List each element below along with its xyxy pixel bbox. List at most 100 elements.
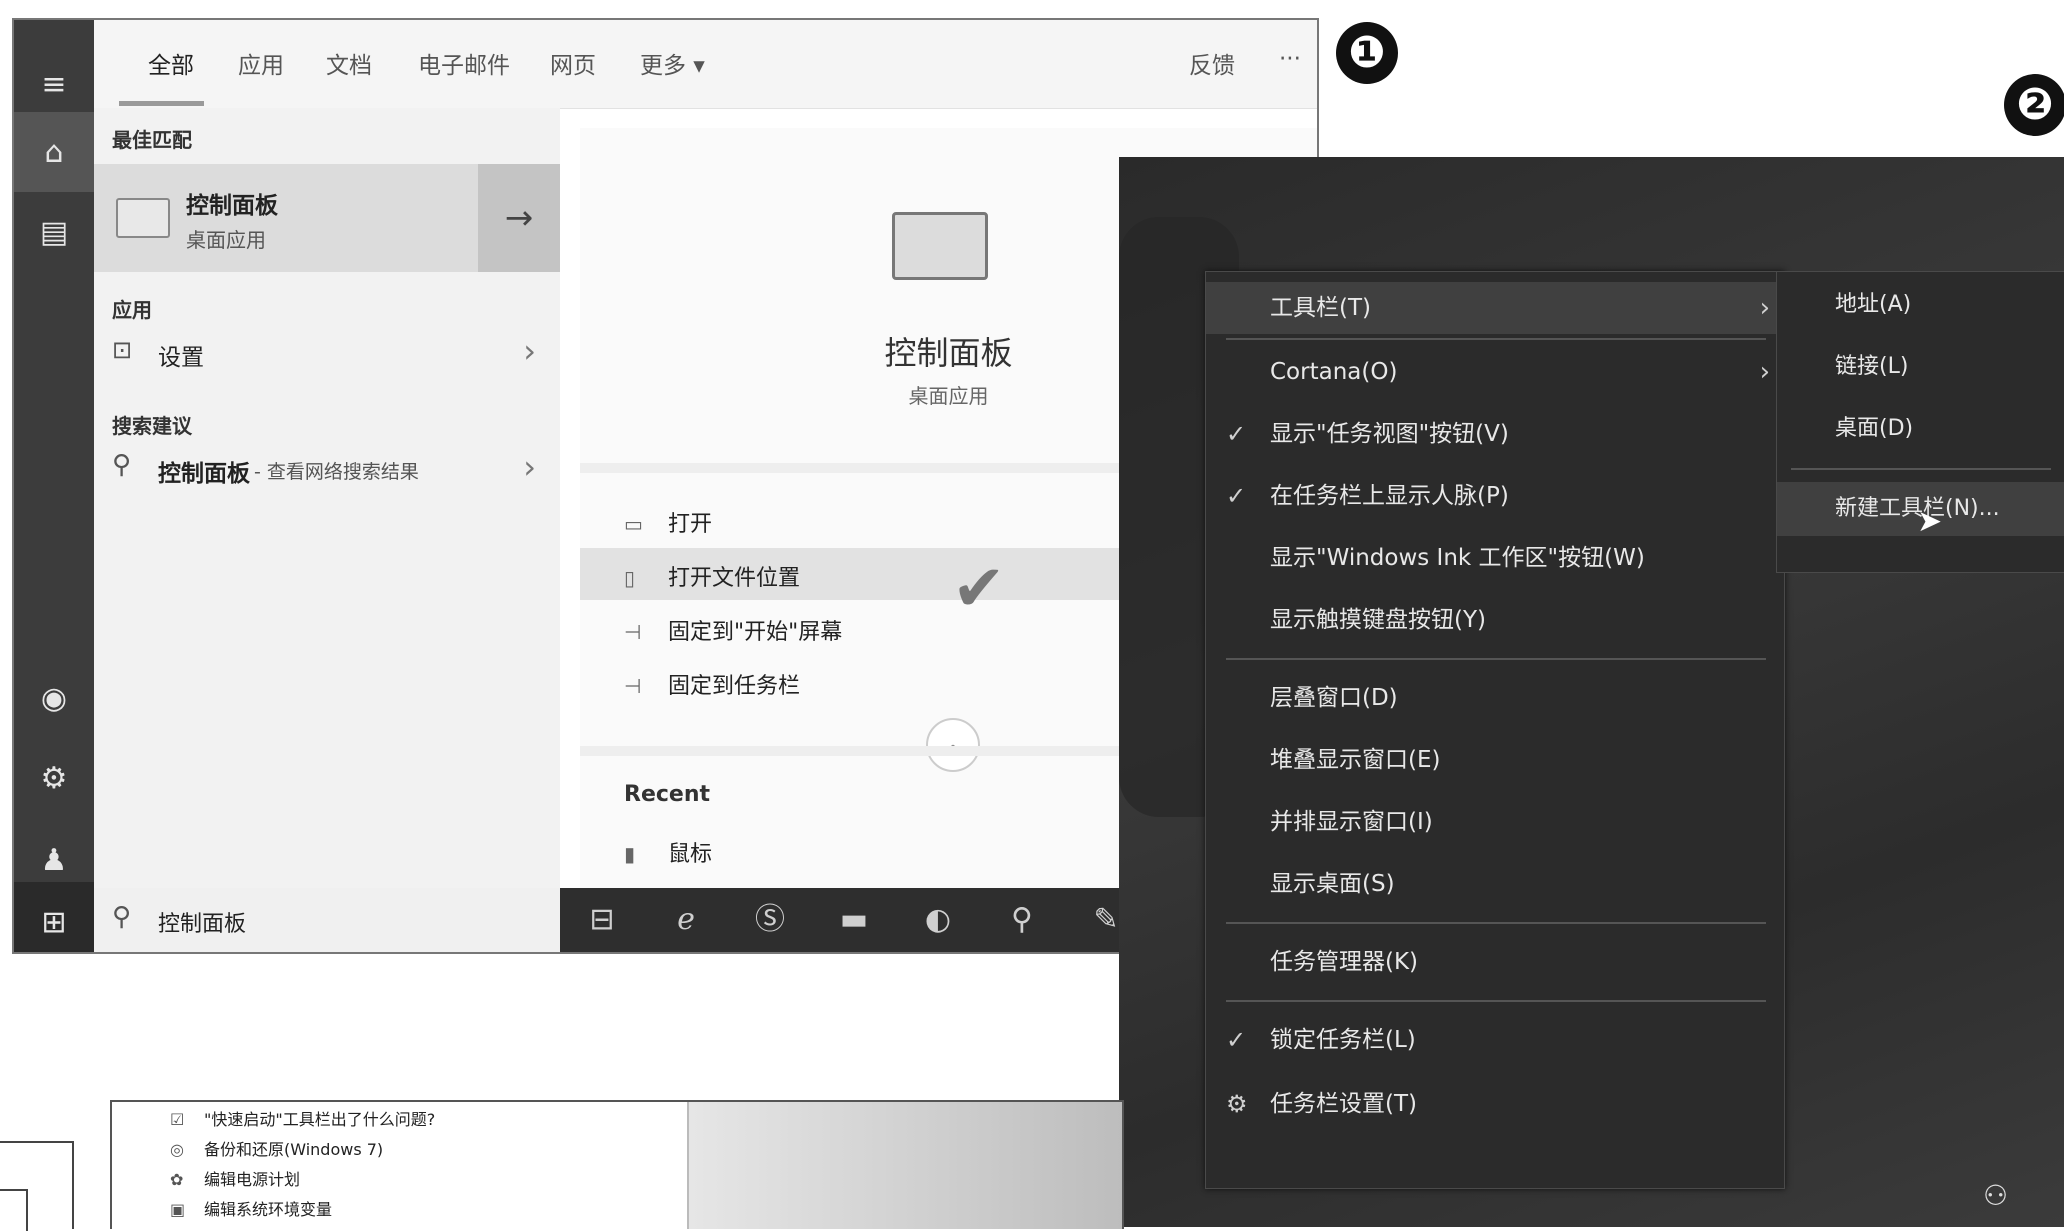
control-panel-icon [116, 198, 170, 238]
task-view-icon[interactable]: ⊟ [580, 898, 624, 942]
pin-icon: ⊣ [624, 620, 642, 644]
submenu-item-desktop[interactable]: 桌面(D) [1777, 402, 2064, 456]
feedback-link[interactable]: 反馈 [1189, 46, 1235, 80]
menu-item-stack-windows[interactable]: 堆叠显示窗口(E) [1206, 734, 1784, 786]
file-explorer-icon[interactable]: ▬ [832, 898, 876, 942]
tab-more[interactable]: 更多 ▾ [640, 46, 705, 80]
best-match-item[interactable]: 控制面板 桌面应用 → [94, 164, 560, 272]
tab-apps[interactable]: 应用 [238, 46, 284, 80]
control-panel-list-fragment: ☑ "快速启动"工具栏出了什么问题? ◎ 备份和还原(Windows 7) ✿ 编辑电… [110, 1100, 1124, 1229]
control-panel-large-icon [892, 212, 988, 280]
recent-label: 鼠标 [668, 842, 713, 867]
edge-browser-icon[interactable]: ℯ [664, 898, 708, 942]
tab-all[interactable]: 全部 [148, 46, 194, 80]
checkmark-icon: ✓ [1226, 482, 1247, 510]
toolbars-submenu: 地址(A) 链接(L) 桌面(D) 新建工具栏(N)... ➤ [1776, 271, 2064, 573]
menu-item-label: Cortana(O) [1270, 359, 1398, 385]
toolbar-help-icon: ☑ [170, 1110, 185, 1129]
chevron-right-icon: › [1759, 357, 1770, 387]
taskbar-search-box[interactable]: ⚲ 控制面板 [94, 888, 560, 952]
menu-item-toolbars[interactable]: 工具栏(T) › [1206, 282, 1784, 334]
menu-item-label: 显示"任务视图"按钮(V) [1270, 421, 1509, 447]
list-item-label: "快速启动"工具栏出了什么问题? [204, 1110, 436, 1129]
action-label: 固定到任务栏 [668, 674, 801, 699]
menu-item-label: 显示触摸键盘按钮(Y) [1270, 607, 1486, 633]
app-s-icon[interactable]: Ⓢ [748, 898, 792, 942]
menu-item-lock-taskbar[interactable]: ✓ 锁定任务栏(L) [1206, 1014, 1784, 1066]
menu-item-side-by-side[interactable]: 并排显示窗口(I) [1206, 796, 1784, 848]
collapse-chevron-icon[interactable]: ︿ [926, 718, 980, 772]
menu-separator [1226, 922, 1766, 924]
best-match-subtitle: 桌面应用 [186, 228, 266, 252]
list-item[interactable]: ▣ 编辑系统环境变量 [170, 1196, 332, 1220]
list-item-label: 备份和还原(Windows 7) [204, 1140, 384, 1159]
menu-item-label: 锁定任务栏(L) [1270, 1027, 1416, 1053]
window-background-fragment [689, 1102, 1122, 1229]
menu-item-label: 显示桌面(S) [1270, 871, 1395, 897]
menu-item-show-touch-keyboard[interactable]: 显示触摸键盘按钮(Y) [1206, 594, 1784, 646]
menu-item-label: 并排显示窗口(I) [1270, 809, 1433, 835]
step-1-marker: ❶ [1336, 22, 1398, 84]
action-pin-to-start[interactable]: ⊣ 固定到"开始"屏幕 [624, 614, 842, 646]
chevron-right-icon: › [523, 448, 536, 486]
action-open-file-location[interactable]: ▯ 打开文件位置 [624, 560, 800, 592]
tab-email[interactable]: 电子邮件 [418, 46, 510, 80]
more-options-icon[interactable]: ··· [1279, 46, 1301, 72]
search-suggestions-header: 搜索建议 [112, 414, 192, 438]
app-item-label: 设置 [158, 345, 204, 371]
menu-item-show-people[interactable]: ✓ 在任务栏上显示人脉(P) [1206, 470, 1784, 522]
list-item[interactable]: ☑ "快速启动"工具栏出了什么问题? [170, 1106, 435, 1130]
window-frame-inner [0, 1189, 28, 1231]
list-item-label: 编辑系统环境变量 [204, 1200, 333, 1219]
user-avatar-icon[interactable]: ◉ [14, 658, 94, 738]
menu-separator [1226, 1000, 1766, 1002]
submenu-item-label: 地址(A) [1835, 292, 1912, 317]
menu-item-cascade-windows[interactable]: 层叠窗口(D) [1206, 672, 1784, 724]
settings-app-icon: ⊡ [112, 336, 133, 364]
menu-separator [1226, 338, 1766, 340]
action-label: 打开文件位置 [668, 566, 801, 591]
open-icon: ▭ [624, 512, 643, 536]
menu-item-label: 显示"Windows Ink 工作区"按钮(W) [1270, 545, 1645, 571]
menu-item-label: 在任务栏上显示人脉(P) [1270, 483, 1509, 509]
notebook-icon[interactable]: ▤ [14, 192, 94, 272]
action-open[interactable]: ▭ 打开 [624, 506, 712, 538]
list-item[interactable]: ◎ 备份和还原(Windows 7) [170, 1136, 383, 1160]
media-player-icon[interactable]: ◐ [916, 898, 960, 942]
search-app-icon[interactable]: ⚲ [1000, 898, 1044, 942]
pin-icon: ⊣ [624, 674, 642, 698]
windows-start-icon[interactable]: ⊞ [14, 882, 94, 952]
menu-item-show-windows-ink[interactable]: 显示"Windows Ink 工作区"按钮(W) [1206, 532, 1784, 584]
checkmark-icon: ✓ [1226, 1026, 1247, 1054]
submenu-item-address[interactable]: 地址(A) [1777, 278, 2064, 332]
tab-web[interactable]: 网页 [550, 46, 596, 80]
suggestion-item[interactable]: ⚲ 控制面板 - 查看网络搜索结果 › [94, 448, 560, 494]
list-item[interactable]: ✿ 编辑电源计划 [170, 1166, 300, 1190]
action-pin-to-taskbar[interactable]: ⊣ 固定到任务栏 [624, 668, 800, 700]
power-plan-icon: ✿ [170, 1170, 184, 1189]
menu-separator [1226, 658, 1766, 660]
menu-item-task-manager[interactable]: 任务管理器(K) [1206, 936, 1784, 988]
chevron-right-icon: › [523, 332, 536, 370]
menu-item-show-task-view[interactable]: ✓ 显示"任务视图"按钮(V) [1206, 408, 1784, 460]
recent-item-mouse[interactable]: ▮ 鼠标 [624, 836, 712, 868]
control-panel-items-list: ☑ "快速启动"工具栏出了什么问题? ◎ 备份和还原(Windows 7) ✿ 编辑电… [112, 1102, 689, 1229]
folder-open-icon: ▯ [624, 566, 636, 590]
settings-gear-icon[interactable]: ⚙ [14, 738, 94, 818]
search-results-list: 最佳匹配 控制面板 桌面应用 → 应用 ⊡ 设置 › 搜索建议 ⚲ 控制面板 -… [94, 108, 560, 888]
search-input[interactable]: 控制面板 [158, 906, 246, 938]
submenu-item-links[interactable]: 链接(L) [1777, 340, 2064, 394]
menu-item-cortana[interactable]: Cortana(O) › [1206, 346, 1784, 398]
chevron-right-icon: › [1759, 293, 1770, 323]
people-icon[interactable]: ⚇ [1983, 1179, 2008, 1212]
menu-item-taskbar-settings[interactable]: ⚙ 任务栏设置(T) [1206, 1078, 1784, 1130]
best-match-title: 控制面板 [186, 193, 278, 219]
menu-item-show-desktop[interactable]: 显示桌面(S) [1206, 858, 1784, 910]
menu-item-label: 任务管理器(K) [1270, 949, 1419, 975]
list-item-label: 编辑电源计划 [204, 1170, 301, 1189]
checkmark-annotation-icon: ✔ [952, 552, 1006, 626]
home-icon[interactable]: ⌂ [14, 112, 94, 192]
tab-documents[interactable]: 文档 [326, 46, 372, 80]
app-item-settings[interactable]: ⊡ 设置 › [94, 332, 560, 378]
expand-arrow-icon[interactable]: → [478, 164, 560, 272]
